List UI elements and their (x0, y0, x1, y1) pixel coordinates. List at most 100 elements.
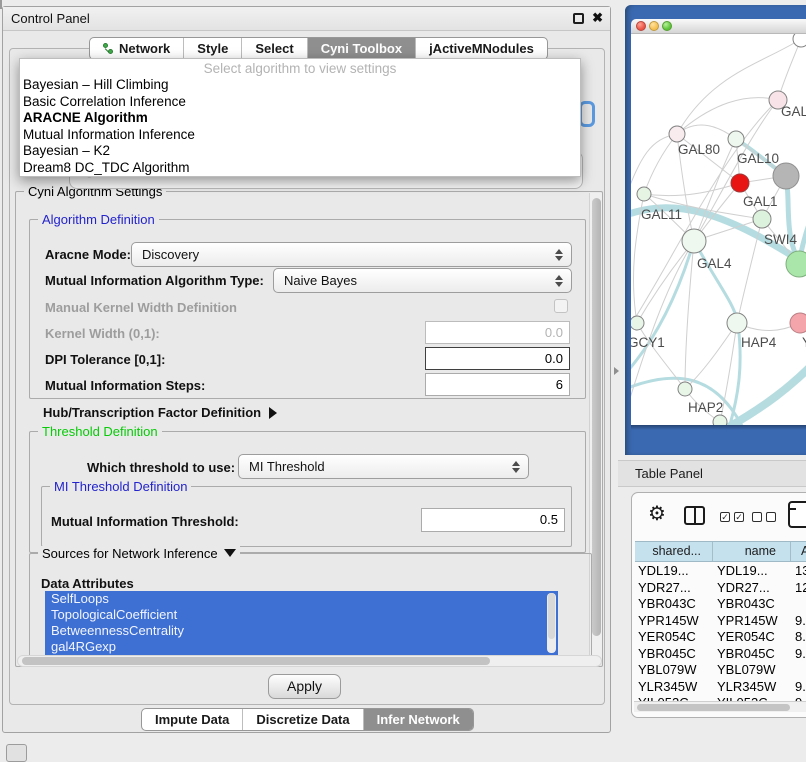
node-gcy1[interactable] (631, 316, 644, 330)
tab-discretize-data[interactable]: Discretize Data (242, 709, 362, 730)
deselect-all-icon[interactable] (752, 512, 776, 522)
table-horizontal-scrollbar[interactable] (634, 701, 806, 712)
which-threshold-combobox[interactable]: MI Threshold (238, 454, 529, 479)
node-gal11[interactable] (637, 187, 651, 201)
node-swi4[interactable] (753, 210, 771, 228)
mi-type-combobox[interactable]: Naive Bayes (273, 268, 572, 293)
combo-value: Discovery (142, 247, 199, 262)
node-gal10[interactable] (728, 131, 744, 147)
table-row[interactable]: YBR043C YBR043C (635, 596, 806, 613)
scrollbar-thumb[interactable] (548, 593, 555, 639)
cell: YPR145W (635, 613, 713, 630)
table-row[interactable]: YBL079W YBL079W (635, 662, 806, 679)
manual-kernel-checkbox (554, 299, 568, 313)
hub-definition-toggle[interactable]: Hub/Transcription Factor Definition (43, 405, 277, 420)
list-item[interactable]: SelfLoops (45, 591, 558, 607)
zoom-traffic-light[interactable] (662, 21, 672, 31)
algorithm-option[interactable]: Basic Correlation Inference (20, 94, 580, 111)
table-row[interactable]: YER054C YER054C 8. (635, 629, 806, 646)
network-canvas[interactable]: GAL GAL80 GAL10 GAL1 GAL11 SWI4 GAL4 GCY… (631, 34, 806, 425)
node-hap4[interactable] (727, 313, 747, 333)
node-red[interactable] (731, 174, 749, 192)
table-body: YDL19... YDL19... 13 YDR27... YDR27... 1… (635, 563, 806, 701)
algorithm-option[interactable]: Bayesian – Hill Climbing (20, 77, 580, 94)
tab-select[interactable]: Select (241, 38, 306, 59)
node-label: GAL (781, 104, 806, 119)
table-row[interactable]: YLR345W YLR345W 9. (635, 679, 806, 696)
dpi-tolerance-field[interactable]: 0.0 (425, 347, 570, 370)
manual-kernel-label: Manual Kernel Width Definition (45, 300, 237, 315)
aracne-mode-label: Aracne Mode: (45, 247, 131, 262)
table-function-icon[interactable] (788, 501, 806, 528)
table-header-row: shared... name A (635, 541, 806, 562)
list-item[interactable]: gal4RGexp (45, 639, 558, 655)
node-label: GAL1 (743, 194, 778, 209)
group-title: Threshold Definition (38, 424, 162, 439)
window-titlebar[interactable] (631, 19, 806, 34)
algorithm-option[interactable]: Bayesian – K2 (20, 143, 580, 160)
scrollbar-thumb[interactable] (637, 704, 790, 711)
table-row[interactable]: YDR27... YDR27... 12 (635, 580, 806, 597)
node-label: HAP4 (741, 335, 777, 350)
tab-network[interactable]: Network (90, 38, 183, 59)
column-header[interactable]: name (713, 542, 791, 561)
algorithm-combo-spinner[interactable] (579, 101, 595, 127)
column-header[interactable]: A (791, 542, 806, 561)
tab-jactivemnodules[interactable]: jActiveMNodules (415, 38, 547, 59)
tab-style[interactable]: Style (183, 38, 241, 59)
stepper-icon (555, 274, 563, 288)
column-header[interactable]: shared... (635, 542, 713, 561)
node-partial-bottom[interactable] (713, 415, 727, 425)
minimize-traffic-light[interactable] (649, 21, 659, 31)
which-threshold-label: Which threshold to use: (87, 460, 235, 475)
tab-impute-data[interactable]: Impute Data (142, 709, 242, 730)
columns-icon[interactable] (684, 506, 705, 525)
window-shadow (631, 425, 806, 430)
bottom-left-widget[interactable] (6, 744, 27, 762)
algorithm-dropdown-popup: Select algorithm to view settings Bayesi… (19, 58, 581, 177)
node-gray[interactable] (773, 163, 799, 189)
table-row[interactable]: YPR145W YPR145W 9. (635, 613, 806, 630)
table-row[interactable]: YBR045C YBR045C 9. (635, 646, 806, 663)
cell: YDL19... (713, 563, 791, 580)
tab-label: Cyni Toolbox (321, 38, 402, 59)
tab-cyni-toolbox[interactable]: Cyni Toolbox (307, 38, 415, 59)
apply-button[interactable]: Apply (268, 674, 341, 699)
aracne-mode-combobox[interactable]: Discovery (131, 242, 572, 267)
algorithm-option-selected[interactable]: ARACNE Algorithm (20, 110, 580, 127)
tab-infer-network[interactable]: Infer Network (363, 709, 473, 730)
tab-label: Style (197, 38, 228, 59)
scrollbar-thumb[interactable] (22, 657, 490, 665)
gear-icon[interactable]: ⚙ (648, 501, 666, 526)
algorithm-option[interactable]: Dream8 DC_TDC Algorithm (20, 160, 580, 177)
select-all-icon[interactable]: ✓✓ (720, 512, 744, 522)
tab-label: Discretize Data (256, 709, 349, 730)
dropdown-prompt: Select algorithm to view settings (20, 60, 580, 77)
node-partial-top[interactable] (793, 34, 806, 47)
cell: YBR045C (713, 646, 791, 663)
float-icon[interactable] (573, 13, 584, 24)
bottom-tab-bar: Impute Data Discretize Data Infer Networ… (141, 708, 474, 731)
mi-steps-field[interactable]: 6 (425, 373, 570, 396)
node-hap2[interactable] (678, 382, 692, 396)
list-item[interactable]: BetweennessCentrality (45, 623, 558, 639)
scrollbar-thumb[interactable] (592, 198, 601, 636)
dpi-tolerance-label: DPI Tolerance [0,1]: (45, 352, 165, 367)
control-panel-titlebar: Control Panel ✖ (3, 7, 610, 31)
algorithm-option[interactable]: Mutual Information Inference (20, 127, 580, 144)
splitter-collapse-arrow[interactable] (614, 367, 619, 375)
sources-toggle[interactable]: Sources for Network Inference (38, 546, 240, 561)
settings-horizontal-scrollbar[interactable] (17, 655, 602, 667)
list-item[interactable]: TopologicalCoefficient (45, 607, 558, 623)
cell: YDL19... (635, 563, 713, 580)
node-gal4[interactable] (682, 229, 706, 253)
node-salmon[interactable] (790, 313, 806, 333)
close-icon[interactable]: ✖ (592, 10, 603, 26)
table-row[interactable]: YDL19... YDL19... 13 (635, 563, 806, 580)
mi-threshold-field[interactable]: 0.5 (421, 508, 565, 532)
node-label: GAL11 (641, 207, 682, 222)
close-traffic-light[interactable] (636, 21, 646, 31)
table-panel-title: Table Panel (635, 461, 703, 486)
list-vertical-scrollbar[interactable] (547, 593, 556, 653)
node-gal80[interactable] (669, 126, 685, 142)
